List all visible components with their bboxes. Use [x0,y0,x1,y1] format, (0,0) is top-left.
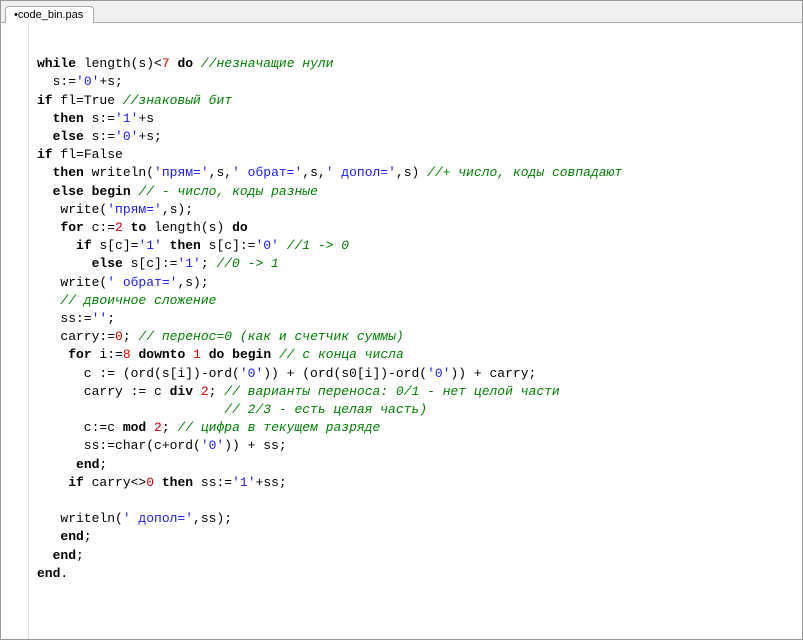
code-view[interactable]: while length(s)<7 do //незначащие нули s… [29,23,802,639]
code-line[interactable]: while length(s)<7 do //незначащие нули [37,55,802,73]
code-line[interactable]: // двоичное сложение [37,292,802,310]
code-line[interactable]: c:=c mod 2; // цифра в текущем разряде [37,419,802,437]
code-line[interactable]: if fl=False [37,146,802,164]
code-line[interactable]: else s:='0'+s; [37,128,802,146]
code-line[interactable]: else begin // - число, коды разные [37,183,802,201]
tab-bar: •code_bin.pas [1,1,802,23]
tab-label: •code_bin.pas [14,9,83,21]
code-line[interactable]: if carry<>0 then ss:='1'+ss; [37,474,802,492]
code-line[interactable]: end; [37,456,802,474]
code-line[interactable]: carry:=0; // перенос=0 (как и счетчик су… [37,328,802,346]
code-line[interactable]: then s:='1'+s [37,110,802,128]
code-line[interactable]: end; [37,528,802,546]
code-line[interactable]: // 2/3 - есть целая часть) [37,401,802,419]
code-line[interactable]: if fl=True //знаковый бит [37,92,802,110]
code-line[interactable]: ss:=''; [37,310,802,328]
code-line[interactable]: writeln(' допол=',ss); [37,510,802,528]
editor-area: while length(s)<7 do //незначащие нули s… [1,23,802,639]
code-line[interactable]: if s[c]='1' then s[c]:='0' //1 -> 0 [37,237,802,255]
gutter [1,23,29,639]
tab-file[interactable]: •code_bin.pas [5,6,94,23]
code-line[interactable]: write('прям=',s); [37,201,802,219]
code-line[interactable]: end. [37,565,802,583]
code-line[interactable] [37,37,802,55]
code-line[interactable]: then writeln('прям=',s,' обрат=',s,' доп… [37,164,802,182]
code-line[interactable]: else s[c]:='1'; //0 -> 1 [37,255,802,273]
code-line[interactable]: c := (ord(s[i])-ord('0')) + (ord(s0[i])-… [37,365,802,383]
code-line[interactable] [37,492,802,510]
code-line[interactable]: for c:=2 to length(s) do [37,219,802,237]
code-line[interactable]: for i:=8 downto 1 do begin // с конца чи… [37,346,802,364]
code-line[interactable]: end; [37,547,802,565]
code-line[interactable]: ss:=char(c+ord('0')) + ss; [37,437,802,455]
code-line[interactable]: carry := c div 2; // варианты переноса: … [37,383,802,401]
code-line[interactable]: s:='0'+s; [37,73,802,91]
code-line[interactable]: write(' обрат=',s); [37,274,802,292]
